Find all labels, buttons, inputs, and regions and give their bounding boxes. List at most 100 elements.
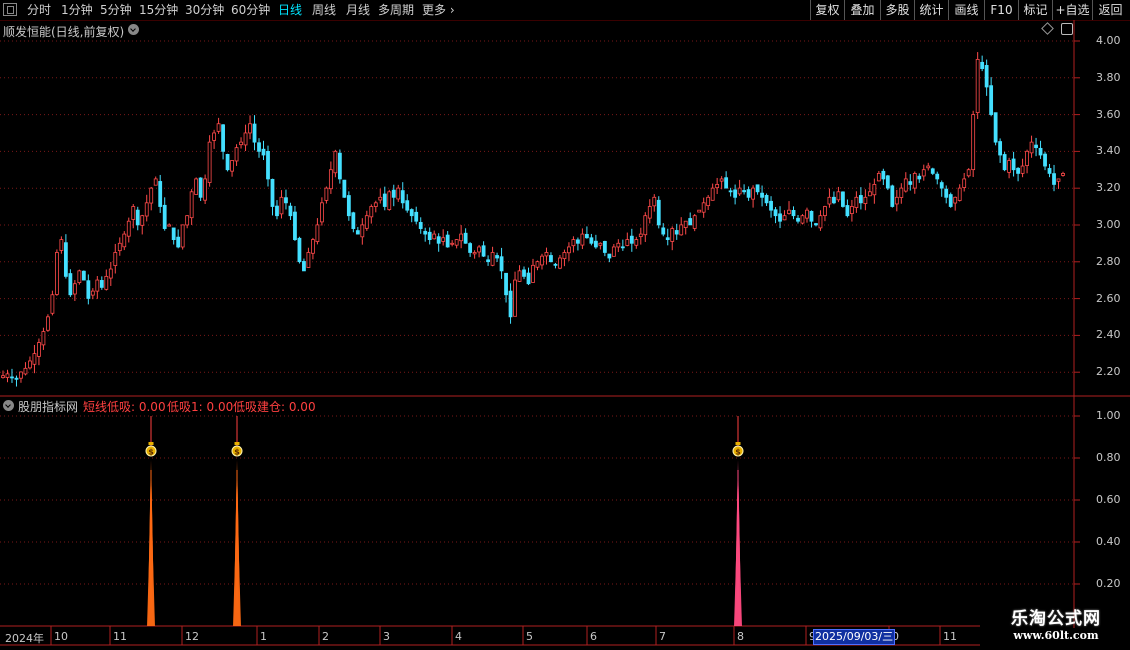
- candle-body: [975, 58, 980, 114]
- candle-body: [1043, 153, 1047, 167]
- candle-body: [944, 188, 949, 198]
- candle-body: [131, 206, 136, 220]
- candle-body: [620, 246, 625, 249]
- candle-body: [382, 193, 387, 207]
- candle-body: [189, 191, 194, 219]
- candle-body: [306, 252, 311, 268]
- candle-body: [19, 371, 23, 379]
- candle-body: [261, 148, 266, 156]
- candle-body: [122, 233, 127, 248]
- date-tick: 4: [455, 630, 462, 643]
- candle-body: [782, 215, 787, 221]
- candle-body: [805, 209, 809, 219]
- candle-body: [311, 239, 315, 254]
- candle-body: [576, 239, 580, 244]
- candle-body: [971, 114, 976, 171]
- candle-body: [760, 192, 764, 198]
- candle-body: [957, 187, 962, 201]
- candle-body: [203, 178, 208, 201]
- candle-body: [432, 233, 437, 240]
- candle-body: [638, 233, 643, 238]
- candle-body: [284, 197, 288, 204]
- candle-body: [863, 196, 868, 204]
- indicator-tick: 0.80: [1096, 451, 1121, 464]
- candle-body: [890, 185, 895, 207]
- candle-body: [450, 242, 455, 245]
- kline-chart[interactable]: $ $ $: [0, 0, 1130, 650]
- date-tick: 1: [260, 630, 267, 643]
- candle-body: [921, 169, 926, 177]
- price-tick: 3.20: [1096, 181, 1121, 195]
- candle-body: [611, 246, 616, 257]
- candle-body: [841, 191, 845, 207]
- candle-body: [917, 175, 922, 180]
- candle-body: [23, 367, 28, 375]
- candle-body: [252, 123, 257, 143]
- candle-body: [149, 187, 154, 204]
- candle-body: [728, 190, 733, 193]
- candle-body: [836, 191, 841, 201]
- candle-body: [670, 228, 675, 242]
- candle-body: [872, 184, 877, 196]
- candle-body: [733, 189, 738, 198]
- candle-body: [14, 377, 19, 380]
- money-bag-knot: [148, 442, 154, 445]
- candle-body: [207, 141, 212, 183]
- candle-body: [243, 132, 248, 146]
- candle-body: [845, 205, 850, 217]
- candle-body: [477, 246, 482, 253]
- candle-body: [405, 200, 410, 211]
- candle-body: [158, 181, 163, 207]
- candle-body: [661, 227, 666, 235]
- candle-body: [32, 353, 37, 365]
- candle-body: [499, 256, 504, 272]
- date-tick: 8: [737, 630, 744, 643]
- candle-body: [517, 270, 522, 282]
- candle-body: [719, 178, 724, 182]
- candle-body: [63, 242, 68, 277]
- candle-body: [216, 123, 221, 132]
- candle-body: [544, 252, 549, 257]
- candle-body: [858, 195, 863, 204]
- candle-body: [562, 252, 567, 260]
- candle-body: [881, 170, 886, 180]
- candle-body: [495, 255, 499, 259]
- candle-body: [333, 150, 338, 174]
- candle-body: [266, 151, 270, 180]
- candle-body: [980, 61, 985, 69]
- candle-body: [324, 187, 329, 201]
- candle-body: [652, 196, 657, 207]
- candle-body: [364, 215, 369, 229]
- candle-body: [818, 215, 823, 229]
- price-tick: 3.60: [1096, 107, 1121, 121]
- candle-body: [297, 237, 302, 263]
- candle-body: [293, 211, 297, 241]
- candle-body: [72, 283, 77, 295]
- price-tick: 3.40: [1096, 144, 1121, 158]
- candle-body: [908, 181, 913, 185]
- candle-body: [279, 196, 284, 215]
- candle-body: [674, 230, 679, 235]
- candle-body: [742, 190, 747, 193]
- money-bag-symbol: $: [735, 448, 741, 457]
- candle-body: [912, 172, 917, 189]
- candle-body: [486, 259, 490, 263]
- candle-body: [764, 194, 769, 204]
- candle-body: [1029, 141, 1034, 154]
- candle-body: [939, 182, 944, 189]
- candle-body: [567, 246, 571, 254]
- candle-body: [481, 245, 486, 257]
- candle-body: [724, 177, 729, 189]
- price-tick: 2.60: [1096, 291, 1121, 305]
- candle-body: [315, 224, 320, 242]
- candle-body: [108, 268, 113, 279]
- candle-body: [418, 222, 423, 229]
- candle-body: [423, 230, 428, 235]
- candle-body: [86, 280, 91, 299]
- date-tick: 2024年: [5, 632, 44, 645]
- price-tick: 3.80: [1096, 70, 1121, 84]
- candle-body: [346, 195, 351, 217]
- candle-body: [50, 294, 55, 314]
- candle-body: [28, 360, 32, 369]
- candle-body: [787, 209, 791, 214]
